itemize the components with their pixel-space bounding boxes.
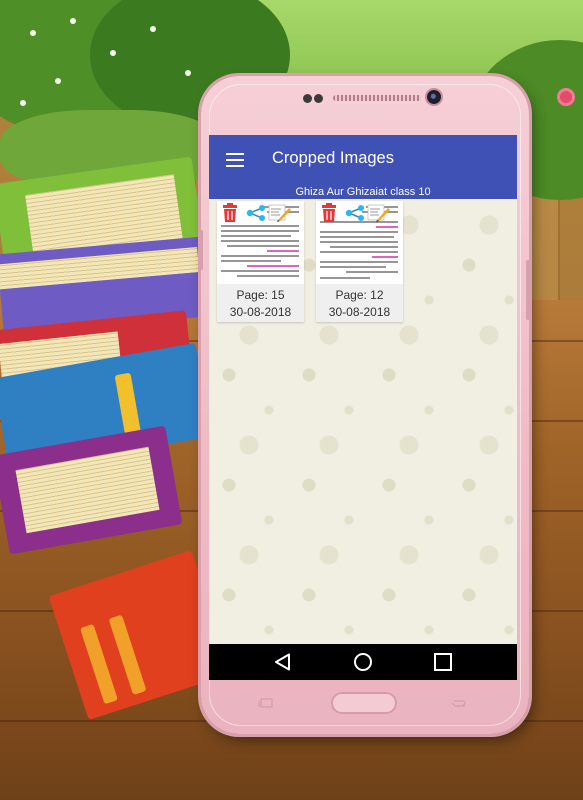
background-blossom [185, 70, 191, 76]
app-screen: Cropped Images Ghiza Aur Ghizaiat class … [209, 135, 517, 680]
trash-icon[interactable] [222, 203, 238, 223]
phone-sensor [303, 94, 312, 103]
system-navigation-bar [209, 644, 517, 680]
background-blossom [55, 78, 61, 84]
phone-home-button [331, 692, 397, 714]
app-bar: Cropped Images [209, 135, 517, 185]
background-blossom [30, 30, 36, 36]
hamburger-menu-icon[interactable] [226, 153, 244, 167]
background-blossom [110, 50, 116, 56]
background-flower [557, 88, 575, 106]
home-circle-icon[interactable] [333, 644, 393, 680]
book-subtitle: Ghiza Aur Ghizaiat class 10 [209, 185, 517, 199]
share-icon[interactable] [345, 205, 365, 221]
phone-sensor [314, 94, 323, 103]
page-title: Cropped Images [272, 149, 394, 167]
background-blossom [20, 100, 26, 106]
card-page-number: Page: 15 [236, 288, 285, 302]
edit-icon[interactable] [268, 204, 292, 222]
phone-earpiece [333, 95, 421, 101]
card-meta: Page: 15 30-08-2018 [217, 284, 304, 322]
image-thumbnail[interactable] [316, 201, 403, 284]
image-thumbnail[interactable] [217, 201, 304, 284]
share-icon[interactable] [246, 205, 266, 221]
card-page-number: Page: 12 [335, 288, 384, 302]
card-date: 30-08-2018 [229, 305, 292, 319]
phone-volume-button [199, 230, 203, 270]
phone-recents-key-icon [258, 698, 273, 708]
recents-square-icon[interactable] [413, 644, 473, 680]
background-blossom [150, 26, 156, 32]
back-triangle-icon[interactable] [253, 644, 313, 680]
background-blossom [70, 18, 76, 24]
phone-side-button [526, 260, 530, 320]
phone-front-camera [427, 90, 441, 104]
phone-back-key-icon [451, 700, 466, 707]
edit-icon[interactable] [367, 204, 391, 222]
image-card[interactable]: Page: 12 30-08-2018 [316, 201, 403, 322]
card-meta: Page: 12 30-08-2018 [316, 284, 403, 322]
card-date: 30-08-2018 [328, 305, 391, 319]
image-card[interactable]: Page: 15 30-08-2018 [217, 201, 304, 322]
trash-icon[interactable] [321, 203, 337, 223]
